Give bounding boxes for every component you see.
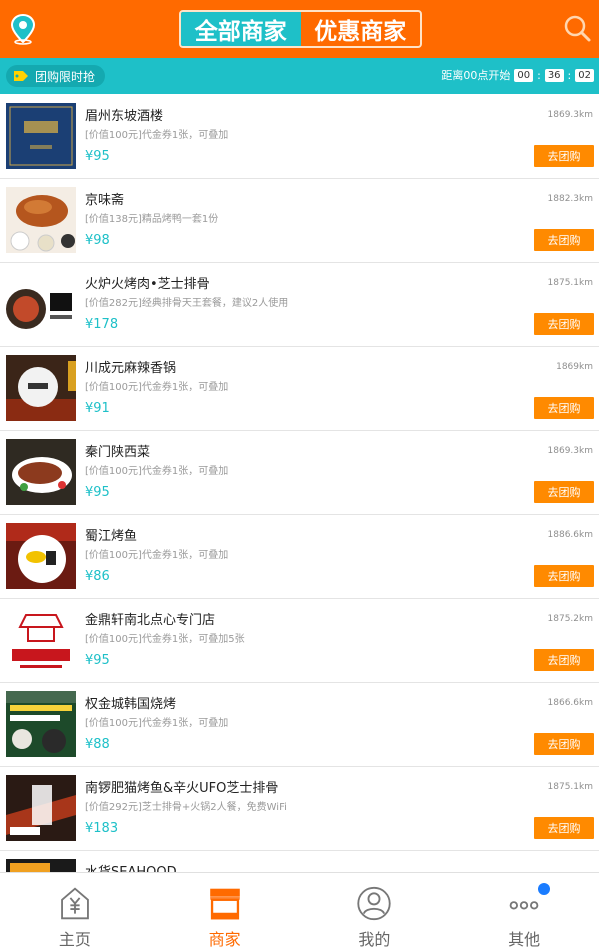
nav-other-label: 其他	[508, 930, 541, 949]
merchant-name: 金鼎轩南北点心专门店	[85, 613, 216, 628]
merchant-thumbnail	[6, 187, 76, 253]
countdown-label: 距离00点开始	[441, 69, 511, 82]
merchant-thumbnail	[6, 439, 76, 505]
merchant-distance: 1875.1km	[547, 278, 593, 288]
merchant-item[interactable]: 金鼎轩南北点心专门店 [价值100元]代金券1张，可叠加5张 ¥95 1875.…	[0, 599, 599, 683]
merchant-price: ¥95	[85, 485, 110, 500]
nav-mine[interactable]: 我的	[300, 873, 450, 950]
merchant-item[interactable]: 火炉火烤肉•芝士排骨 [价值282元]经典排骨天王套餐，建议2人使用 ¥178 …	[0, 263, 599, 347]
merchant-price: ¥183	[85, 821, 119, 836]
merchant-deal-description: [价值100元]代金券1张，可叠加	[85, 550, 229, 561]
merchant-item[interactable]: 蜀江烤鱼 [价值100元]代金券1张，可叠加 ¥86 1886.6km 去团购	[0, 515, 599, 599]
merchant-deal-description: [价值100元]代金券1张，可叠加	[85, 466, 229, 477]
shop-icon	[209, 888, 240, 920]
merchant-deal-description: [价值100元]代金券1张，可叠加	[85, 382, 229, 393]
merchant-distance: 1875.2km	[547, 614, 593, 624]
merchant-name: 火炉火烤肉•芝士排骨	[85, 277, 210, 292]
tab-all-merchants[interactable]: 全部商家	[181, 12, 301, 46]
user-icon	[357, 886, 392, 921]
merchant-distance: 1875.1km	[547, 782, 593, 792]
nav-merchants[interactable]: 商家	[150, 873, 300, 950]
merchant-name: 蜀江烤鱼	[85, 529, 138, 544]
merchant-price: ¥178	[85, 317, 119, 332]
merchant-item[interactable]: 南锣肥猫烤鱼&辛火UFO芝士排骨 [价值292元]芝士排骨+火锅2人餐，免费Wi…	[0, 767, 599, 851]
search-icon[interactable]	[562, 13, 592, 43]
group-buy-button[interactable]: 去团购	[534, 481, 594, 503]
merchant-price: ¥98	[85, 233, 110, 248]
merchant-item[interactable]: 川成元麻辣香锅 [价值100元]代金券1张，可叠加 ¥91 1869km 去团购	[0, 347, 599, 431]
nav-home[interactable]: 主页	[0, 873, 150, 950]
merchant-item[interactable]: 京味斋 [价值138元]精品烤鸭一套1份 ¥98 1882.3km 去团购	[0, 179, 599, 263]
group-buy-button[interactable]: 去团购	[534, 817, 594, 839]
flash-sale-bar: 团购限时抢 距离00点开始 00 : 36 : 02	[0, 58, 599, 94]
flash-sale-label: 团购限时抢	[35, 69, 96, 84]
home-yuan-icon	[61, 887, 89, 920]
merchant-distance: 1869km	[556, 362, 593, 372]
group-buy-button[interactable]: 去团购	[534, 145, 594, 167]
merchant-name: 水货SEAHOOD	[85, 861, 177, 872]
nav-home-label: 主页	[58, 930, 91, 949]
merchant-thumbnail	[6, 271, 76, 337]
tag-icon	[14, 71, 28, 81]
countdown-seconds: 02	[575, 68, 594, 82]
merchant-thumbnail	[6, 523, 76, 589]
merchant-item[interactable]: 水货SEAHOOD	[0, 851, 599, 872]
nav-other[interactable]: 其他	[449, 873, 599, 950]
group-buy-button[interactable]: 去团购	[534, 313, 594, 335]
merchant-distance: 1866.6km	[547, 698, 593, 708]
merchant-deal-description: [价值100元]代金券1张，可叠加	[85, 130, 229, 141]
group-buy-button[interactable]: 去团购	[534, 397, 594, 419]
location-pin-icon[interactable]	[8, 13, 38, 45]
merchant-deal-description: [价值138元]精品烤鸭一套1份	[85, 214, 219, 225]
merchant-deal-description: [价值282元]经典排骨天王套餐，建议2人使用	[85, 298, 289, 309]
merchant-deal-description: [价值100元]代金券1张，可叠加	[85, 718, 229, 729]
merchant-filter-toggle: 全部商家 优惠商家	[179, 10, 422, 48]
merchant-thumbnail	[6, 607, 76, 673]
merchant-distance: 1886.6km	[547, 530, 593, 540]
merchant-name: 权金城韩国烧烤	[85, 697, 177, 712]
group-buy-button[interactable]: 去团购	[534, 565, 594, 587]
merchant-thumbnail	[6, 859, 76, 872]
merchant-name: 京味斋	[85, 193, 125, 208]
merchant-thumbnail	[6, 355, 76, 421]
countdown-minutes: 36	[544, 68, 564, 82]
countdown-hours: 00	[514, 68, 534, 82]
merchant-item[interactable]: 秦门陕西菜 [价值100元]代金券1张，可叠加 ¥95 1869.3km 去团购	[0, 431, 599, 515]
merchant-thumbnail	[6, 103, 76, 169]
notification-badge	[538, 883, 551, 895]
merchant-name: 秦门陕西菜	[85, 445, 151, 460]
flash-sale-badge[interactable]: 团购限时抢	[6, 65, 106, 87]
nav-mine-label: 我的	[358, 930, 391, 949]
merchant-thumbnail	[6, 775, 76, 841]
group-buy-button[interactable]: 去团购	[534, 649, 594, 671]
merchant-list[interactable]: 眉州东坡酒楼 [价值100元]代金券1张，可叠加 ¥95 1869.3km 去团…	[0, 95, 599, 872]
merchant-distance: 1869.3km	[547, 446, 593, 456]
group-buy-button[interactable]: 去团购	[534, 733, 594, 755]
merchant-item[interactable]: 权金城韩国烧烤 [价值100元]代金券1张，可叠加 ¥88 1866.6km 去…	[0, 683, 599, 767]
merchant-name: 眉州东坡酒楼	[85, 109, 164, 124]
merchant-deal-description: [价值100元]代金券1张，可叠加5张	[85, 634, 245, 645]
merchant-price: ¥86	[85, 569, 110, 584]
group-buy-button[interactable]: 去团购	[534, 229, 594, 251]
merchant-price: ¥91	[85, 401, 110, 416]
bottom-nav: 主页 商家 我的 其他	[0, 872, 599, 950]
merchant-price: ¥95	[85, 653, 110, 668]
merchant-item[interactable]: 眉州东坡酒楼 [价值100元]代金券1张，可叠加 ¥95 1869.3km 去团…	[0, 95, 599, 179]
merchant-distance: 1882.3km	[547, 194, 593, 204]
merchant-name: 南锣肥猫烤鱼&辛火UFO芝士排骨	[85, 781, 279, 796]
merchant-name: 川成元麻辣香锅	[85, 361, 177, 376]
merchant-price: ¥95	[85, 149, 110, 164]
merchant-price: ¥88	[85, 737, 110, 752]
top-header: 全部商家 优惠商家	[0, 0, 599, 58]
countdown: 距离00点开始 00 : 36 : 02	[441, 67, 595, 83]
tab-discount-merchants[interactable]: 优惠商家	[301, 12, 421, 46]
nav-merchants-label: 商家	[208, 930, 241, 949]
merchant-thumbnail	[6, 691, 76, 757]
merchant-distance: 1869.3km	[547, 110, 593, 120]
merchant-deal-description: [价值292元]芝士排骨+火锅2人餐，免费WiFi	[85, 802, 287, 813]
